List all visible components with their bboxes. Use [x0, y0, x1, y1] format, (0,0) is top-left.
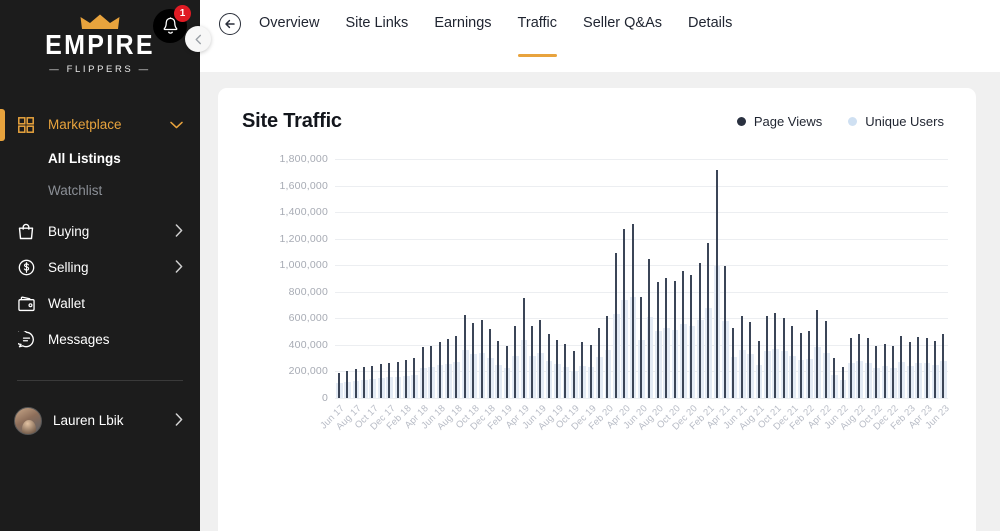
- sidebar-profile[interactable]: Lauren Lbik: [0, 401, 200, 441]
- tab-traffic[interactable]: Traffic: [518, 0, 557, 31]
- tab-details[interactable]: Details: [688, 0, 732, 31]
- content-area: Site Traffic Page Views Unique Users 1,: [200, 72, 1000, 531]
- sidebar-item-messages[interactable]: Messages: [0, 322, 200, 358]
- legend-item-unique-users[interactable]: Unique Users: [848, 114, 944, 129]
- sidebar-collapse-button[interactable]: [185, 26, 211, 52]
- dollar-circle-icon: [18, 259, 40, 276]
- y-axis-tick-label: 1,400,000: [279, 206, 328, 218]
- tab-overview[interactable]: Overview: [259, 0, 319, 31]
- y-axis-tick-label: 400,000: [289, 339, 328, 351]
- legend-label: Page Views: [754, 114, 822, 129]
- page-title: Site Traffic: [242, 110, 342, 133]
- sidebar-item-label: Messages: [48, 332, 110, 347]
- y-axis-tick-label: 200,000: [289, 365, 328, 377]
- sidebar-item-marketplace[interactable]: Marketplace: [0, 107, 200, 143]
- legend-item-page-views[interactable]: Page Views: [737, 114, 822, 129]
- tab-earnings[interactable]: Earnings: [434, 0, 491, 31]
- y-axis-labels: 1,800,000 1,600,000 1,400,000 1,200,000 1,00…: [242, 147, 328, 398]
- chevron-right-icon: [175, 224, 183, 240]
- legend-dot-unique-users: [848, 117, 857, 126]
- sidebar: EMPIRE — FLIPPERS — 1: [0, 0, 200, 531]
- message-icon: [18, 331, 40, 348]
- sidebar-item-label: All Listings: [48, 151, 121, 166]
- avatar: [14, 407, 42, 435]
- top-navigation-bar: Overview Site Links Earnings Traffic Sel…: [200, 0, 1000, 72]
- arrow-left-icon: [224, 18, 236, 30]
- sidebar-item-buying[interactable]: Buying: [0, 214, 200, 250]
- main-area: Overview Site Links Earnings Traffic Sel…: [200, 0, 1000, 531]
- y-axis-tick-label: 1,000,000: [279, 259, 328, 271]
- chevron-right-icon: [175, 260, 183, 276]
- y-axis-tick-label: 1,600,000: [279, 180, 328, 192]
- chevron-right-icon: [175, 413, 183, 429]
- brand-logo[interactable]: EMPIRE — FLIPPERS — 1: [0, 0, 200, 85]
- profile-name: Lauren Lbik: [53, 413, 124, 428]
- back-button[interactable]: [219, 13, 241, 35]
- bag-icon: [18, 223, 40, 240]
- sidebar-item-label: Wallet: [48, 296, 85, 311]
- sidebar-item-all-listings[interactable]: All Listings: [0, 143, 200, 175]
- app-root: EMPIRE — FLIPPERS — 1: [0, 0, 1000, 531]
- y-axis-tick-label: 800,000: [289, 286, 328, 298]
- tab-list: Overview Site Links Earnings Traffic Sel…: [259, 0, 758, 31]
- chevron-down-icon: [170, 117, 183, 132]
- trendlines: [335, 159, 948, 531]
- chevron-left-icon: [193, 34, 204, 45]
- sidebar-item-watchlist[interactable]: Watchlist: [0, 175, 200, 207]
- card-header: Site Traffic Page Views Unique Users: [242, 110, 950, 133]
- sidebar-item-label: Buying: [48, 224, 89, 239]
- plot-area: [335, 159, 948, 398]
- grid-icon: [18, 117, 40, 133]
- brand-subtitle: — FLIPPERS —: [0, 64, 200, 75]
- sidebar-divider: [17, 380, 183, 381]
- notification-count-badge: 1: [174, 5, 191, 22]
- y-axis-tick-label: 0: [322, 392, 328, 404]
- sidebar-item-wallet[interactable]: Wallet: [0, 286, 200, 322]
- notifications-button[interactable]: 1: [153, 9, 187, 43]
- y-axis-tick-label: 1,200,000: [279, 233, 328, 245]
- tab-seller-qas[interactable]: Seller Q&As: [583, 0, 662, 31]
- tab-site-links[interactable]: Site Links: [345, 0, 408, 31]
- y-axis-tick-label: 600,000: [289, 312, 328, 324]
- sidebar-item-label: Selling: [48, 260, 89, 275]
- wallet-icon: [18, 296, 40, 312]
- sidebar-item-label: Marketplace: [48, 117, 122, 132]
- sidebar-item-label: Watchlist: [48, 183, 102, 198]
- site-traffic-card: Site Traffic Page Views Unique Users 1,: [218, 88, 976, 531]
- y-axis-tick-label: 1,800,000: [279, 153, 328, 165]
- chart-legend: Page Views Unique Users: [737, 114, 944, 129]
- site-traffic-chart: 1,800,000 1,600,000 1,400,000 1,200,000 1,00…: [242, 147, 950, 447]
- x-axis-labels: Jun 17Aug 17Oct 17Dec 17Feb 18Apr 18Jun …: [335, 403, 948, 463]
- sidebar-item-selling[interactable]: Selling: [0, 250, 200, 286]
- legend-dot-page-views: [737, 117, 746, 126]
- legend-label: Unique Users: [865, 114, 944, 129]
- sidebar-nav: Marketplace All Listings Watchlist B: [0, 107, 200, 358]
